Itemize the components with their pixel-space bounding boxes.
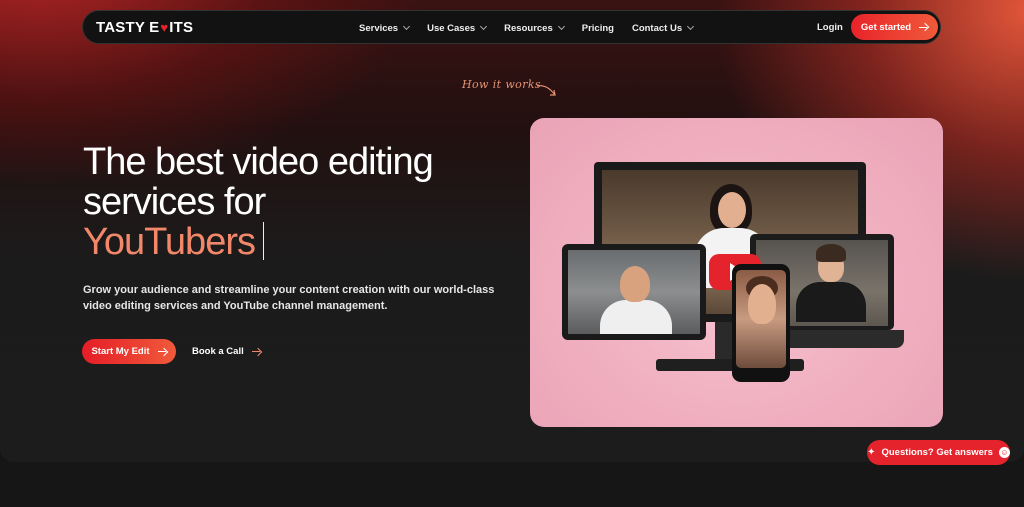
start-my-edit-label: Start My Edit [91, 346, 150, 357]
chevron-down-icon [687, 22, 695, 31]
chat-label: Questions? Get answers [881, 447, 993, 458]
main-menu: Services Use Cases Resources Pricing Con… [359, 11, 695, 45]
curved-arrow-icon [536, 85, 556, 96]
woman-face [718, 192, 746, 228]
phone-illustration [732, 264, 790, 382]
emoji-icon: ☺ [998, 447, 1010, 458]
arrow-right-icon [157, 348, 167, 356]
nav-item-services[interactable]: Services [359, 22, 411, 34]
nav-item-label: Pricing [581, 22, 614, 34]
top-nav: TASTY E ♥ ITS Services Use Cases Resources… [82, 10, 941, 44]
arrow-right-icon [251, 348, 261, 356]
headline-accent: YouTubers [83, 221, 256, 263]
chevron-down-icon [403, 22, 411, 31]
book-a-call-button[interactable]: Book a Call [192, 339, 261, 364]
sparkle-icon: ✦ [867, 447, 876, 458]
nav-item-label: Use Cases [427, 22, 476, 34]
nav-item-pricing[interactable]: Pricing [582, 23, 614, 34]
nav-item-contact-us[interactable]: Contact Us [631, 22, 695, 34]
nav-item-use-cases[interactable]: Use Cases [427, 22, 488, 34]
logo-text-end: ITS [169, 19, 194, 36]
tablet-illustration [562, 244, 706, 340]
get-started-label: Get started [860, 21, 912, 33]
headline-line-2: services for [83, 181, 266, 223]
man-hair [816, 244, 846, 262]
questions-chat-button[interactable]: ✦ Questions? Get answers ☺ [867, 440, 1010, 465]
man-face [748, 284, 776, 324]
chevron-down-icon [480, 22, 488, 31]
hero-headline: The best video editing services for YouT… [83, 142, 503, 262]
nav-item-resources[interactable]: Resources [504, 22, 565, 34]
tablet-screen [568, 250, 700, 334]
text-cursor [262, 222, 265, 260]
nav-item-label: Services [359, 22, 399, 34]
hero-subtitle: Grow your audience and streamline your c… [83, 284, 495, 312]
man-body [600, 300, 672, 334]
phone-screen [736, 270, 786, 368]
headline-line-1: The best video editing [83, 141, 434, 183]
chevron-down-icon [557, 22, 565, 31]
man-face [620, 266, 650, 302]
login-link[interactable]: Login [817, 22, 843, 33]
nav-item-label: Contact Us [631, 22, 683, 34]
nav-item-label: Resources [504, 22, 553, 34]
logo-heart-icon: ♥ [160, 20, 169, 35]
get-started-button[interactable]: Get started [851, 14, 938, 40]
brand-logo[interactable]: TASTY E ♥ ITS [96, 19, 193, 36]
man-body [796, 282, 866, 322]
logo-text-start: TASTY E [96, 19, 160, 36]
start-my-edit-button[interactable]: Start My Edit [82, 339, 176, 364]
hero-media-card [530, 118, 943, 427]
arrow-right-icon [919, 23, 928, 31]
how-it-works-link[interactable]: How it works [462, 78, 541, 91]
book-a-call-label: Book a Call [192, 346, 244, 357]
